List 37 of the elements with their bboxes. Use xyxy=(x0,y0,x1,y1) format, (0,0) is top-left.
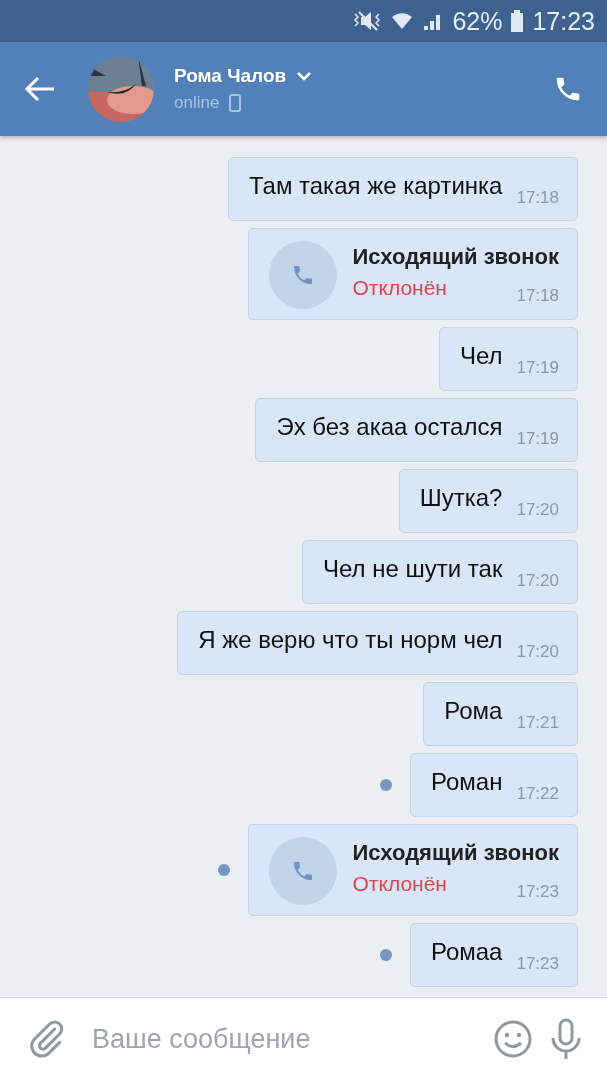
message-time: 17:20 xyxy=(516,500,559,520)
call-title: Исходящий звонок xyxy=(352,244,559,270)
status-time: 17:23 xyxy=(532,6,595,36)
message-time: 17:18 xyxy=(516,188,559,208)
message-text: Там такая же картинка xyxy=(248,172,503,201)
message-time: 17:19 xyxy=(516,429,559,449)
contact-name[interactable]: Рома Чалов xyxy=(174,65,287,87)
call-icon xyxy=(268,241,337,309)
message-time: 17:20 xyxy=(516,642,559,662)
message-text: Ромаа xyxy=(430,938,503,967)
mute-icon xyxy=(352,9,383,33)
message-time: 17:19 xyxy=(516,358,559,378)
battery-icon xyxy=(510,9,525,33)
phone-device-icon xyxy=(229,94,242,112)
message-time: 17:22 xyxy=(516,784,559,804)
message-text: Роман xyxy=(431,768,503,797)
message-text: Рома xyxy=(444,697,503,726)
message-text: Чел не шути так xyxy=(323,555,503,584)
message-text: Чел xyxy=(459,342,503,371)
back-icon[interactable] xyxy=(24,75,56,103)
call-icon xyxy=(268,837,337,905)
message-text: Я же верю что ты норм чел xyxy=(198,626,503,655)
message-text: Эх без акаа остался xyxy=(276,413,503,442)
chevron-down-icon[interactable] xyxy=(296,71,313,81)
message-time: 17:21 xyxy=(516,713,559,733)
message-time: 17:23 xyxy=(516,882,559,902)
message-time: 17:23 xyxy=(516,954,559,974)
online-status: online xyxy=(174,93,220,113)
message-time: 17:18 xyxy=(516,286,559,306)
call-result: Отклонён xyxy=(352,276,447,301)
battery-percent: 62% xyxy=(452,6,503,36)
call-title: Исходящий звонок xyxy=(352,840,559,866)
emoji-icon[interactable] xyxy=(493,1019,533,1059)
message-time: 17:20 xyxy=(516,571,559,591)
message-text: Шутка? xyxy=(419,484,503,513)
microphone-icon[interactable] xyxy=(549,1018,583,1060)
call-result: Отклонён xyxy=(352,872,447,897)
